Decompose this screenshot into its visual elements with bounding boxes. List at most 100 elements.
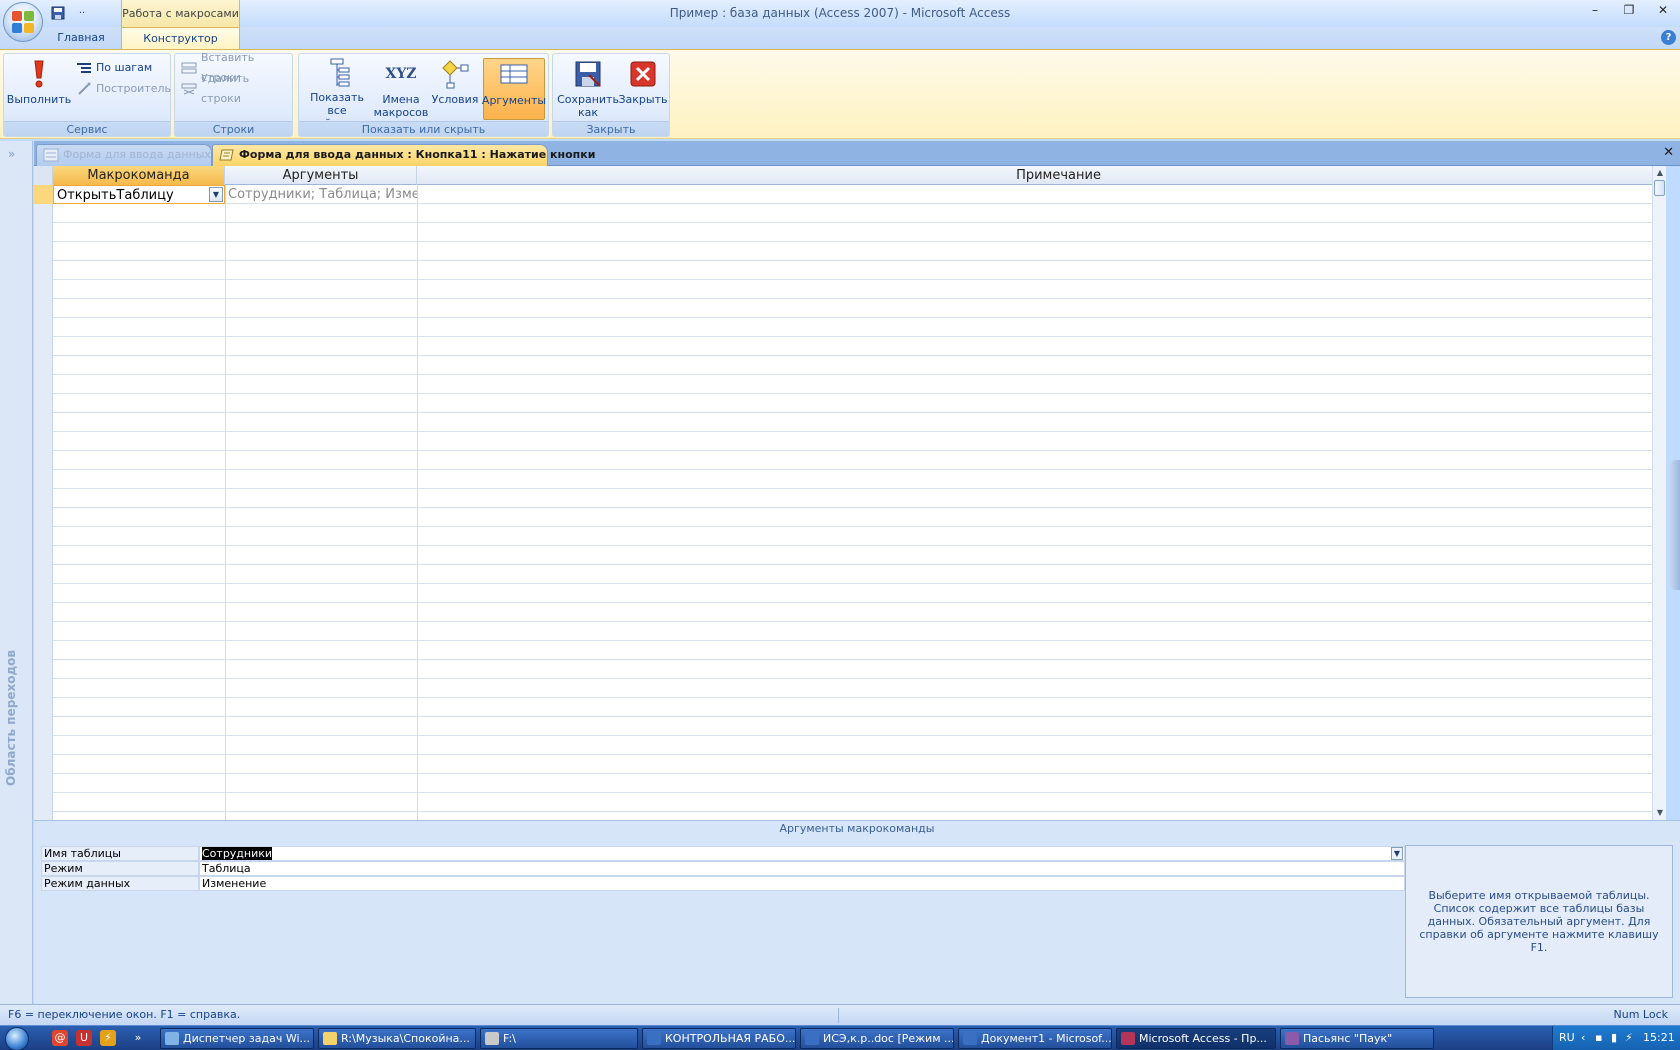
doc-tab-macro-label: Форма для ввода данных : Кнопка11 : Нажа…	[239, 148, 596, 161]
close-red-icon	[627, 58, 659, 90]
run-button[interactable]: Выполнить	[7, 58, 71, 120]
taskbar-item[interactable]: Пасьянс "Паук"	[1280, 1028, 1434, 1049]
delete-rows-button[interactable]: Удалить строки	[181, 72, 292, 105]
office-logo-icon	[12, 11, 34, 33]
doc-tab-macro[interactable]: Форма для ввода данных : Кнопка11 : Нажа…	[212, 144, 595, 166]
close-window-icon[interactable]: ✕	[1646, 0, 1680, 20]
conditions-button[interactable]: Условия	[430, 58, 480, 120]
column-header-action[interactable]: Макрокоманда	[53, 166, 225, 185]
taskbar-item-label: Документ1 - Microsof...	[981, 1032, 1112, 1045]
taskbar-item[interactable]: R:\Музыка\Спокойна...	[318, 1028, 476, 1049]
column-header-arguments[interactable]: Аргументы	[225, 166, 417, 185]
mail-agent-icon[interactable]: @	[52, 1030, 68, 1046]
clock[interactable]: 15:21	[1643, 1031, 1675, 1044]
start-button[interactable]	[5, 1027, 29, 1050]
arguments-cell[interactable]: Сотрудники; Таблица; Изменение	[225, 185, 417, 204]
table-name-field[interactable]: Сотрудники ▼	[199, 846, 1405, 861]
arguments-grid-icon	[498, 59, 530, 91]
taskbar-item[interactable]: Диспетчер задач Wi...	[160, 1028, 314, 1049]
minimize-icon[interactable]: –	[1578, 0, 1612, 20]
close-document-icon[interactable]: ✕	[1663, 145, 1674, 160]
property-label: Режим	[41, 861, 199, 876]
property-label: Имя таблицы	[41, 846, 199, 861]
save-as-label-1: Сохранить	[557, 93, 619, 106]
window-title: Пример : база данных (Access 2007) - Mic…	[669, 6, 1011, 20]
folder-icon	[323, 1032, 337, 1045]
word-document-icon	[805, 1032, 819, 1045]
row-selector-column[interactable]	[34, 185, 53, 820]
exclamation-icon	[23, 58, 55, 90]
taskbar-item[interactable]: ИСЭ,к.р..doc [Режим ...	[800, 1028, 954, 1049]
builder-button[interactable]: Построитель	[76, 79, 171, 99]
conditions-label: Условия	[431, 93, 479, 106]
window-controls: – ❐ ✕	[1578, 0, 1680, 20]
lightning-icon[interactable]: ⚡	[100, 1030, 116, 1046]
grid-row-lines	[34, 185, 1666, 820]
side-panel-handle[interactable]	[1670, 460, 1680, 590]
taskbar-item-label: Пасьянс "Паук"	[1303, 1032, 1393, 1045]
group-label-rows: Строки	[175, 121, 292, 136]
taskbar-item[interactable]: Документ1 - Microsof...	[958, 1028, 1112, 1049]
tab-designer[interactable]: Конструктор	[121, 27, 240, 49]
show-all-actions-label-1: Показать	[310, 91, 364, 104]
navigation-pane[interactable]: » Область переходов	[0, 141, 33, 1004]
customize-toolbar-icon[interactable]: ··	[72, 4, 92, 22]
chevron-down-icon[interactable]: ▼	[1391, 847, 1403, 860]
taskbar-item-active[interactable]: Microsoft Access - Пр...	[1116, 1028, 1276, 1049]
antivirus-icon[interactable]: U	[76, 1030, 92, 1046]
scroll-down-icon[interactable]: ▼	[1653, 806, 1666, 820]
tray-expand-icon[interactable]: ‹	[1581, 1031, 1585, 1044]
close-label: Закрыть	[618, 93, 668, 106]
status-hint: F6 = переключение окон. F1 = справка.	[8, 1008, 241, 1021]
nav-expand-icon[interactable]: »	[8, 147, 15, 161]
close-button[interactable]: Закрыть	[618, 58, 668, 120]
taskbar-item[interactable]: КОНТРОЛЬНАЯ РАБО...	[642, 1028, 796, 1049]
group-service: Выполнить По шагам Построитель Сервис	[3, 53, 171, 137]
table-name-value: Сотрудники	[202, 847, 273, 860]
doc-tab-form[interactable]: Форма для ввода данных	[36, 144, 212, 166]
save-as-button[interactable]: Сохранить как	[557, 58, 619, 120]
macro-names-button[interactable]: XYZ Имена макросов	[374, 58, 429, 120]
network-icon[interactable]: ▪	[1595, 1031, 1602, 1044]
insert-rows-icon	[181, 61, 197, 75]
quick-access-toolbar: ··	[48, 4, 92, 22]
grid-scrollbar[interactable]: ▲ ▼	[1652, 166, 1666, 820]
status-bar: F6 = переключение окон. F1 = справка. Nu…	[0, 1004, 1680, 1025]
ribbon: Выполнить По шагам Построитель Сервис Вс…	[0, 49, 1680, 139]
builder-wand-icon	[76, 82, 92, 96]
taskbar-item-label: Диспетчер задач Wi...	[183, 1032, 311, 1045]
save-icon[interactable]	[48, 4, 68, 22]
current-row-selector[interactable]	[34, 185, 53, 204]
show-all-actions-button[interactable]: Показать все действия	[303, 58, 371, 130]
select-all-corner[interactable]	[34, 166, 53, 185]
taskbar-item-label: ИСЭ,к.р..doc [Режим ...	[823, 1032, 954, 1045]
language-indicator[interactable]: RU	[1559, 1031, 1575, 1044]
tab-home[interactable]: Главная	[50, 27, 112, 49]
xyz-icon: XYZ	[385, 65, 417, 82]
save-as-icon	[572, 58, 604, 90]
taskbar-item-label: КОНТРОЛЬНАЯ РАБО...	[665, 1032, 796, 1045]
scroll-thumb[interactable]	[1654, 180, 1665, 196]
taskbar-item-label: Microsoft Access - Пр...	[1139, 1032, 1267, 1045]
step-button[interactable]: По шагам	[76, 58, 152, 78]
scroll-up-icon[interactable]: ▲	[1653, 166, 1666, 180]
power-icon[interactable]: ⚡	[1625, 1031, 1633, 1044]
column-header-note[interactable]: Примечание	[417, 166, 1666, 185]
macro-names-label-1: Имена	[382, 93, 420, 106]
chevron-down-icon[interactable]: ▼	[209, 187, 223, 202]
tree-icon	[321, 58, 353, 88]
action-cell[interactable]: ОткрытьТаблицу ▼	[53, 185, 225, 204]
view-mode-field[interactable]: Таблица	[199, 861, 1405, 876]
save-as-label-2: как	[577, 106, 599, 119]
help-icon[interactable]: ?	[1661, 30, 1676, 45]
arguments-button[interactable]: Аргументы	[482, 58, 546, 120]
action-cell-value: ОткрытьТаблицу	[57, 188, 174, 203]
more-quicklaunch-icon[interactable]: »	[130, 1030, 146, 1046]
restore-icon[interactable]: ❐	[1612, 0, 1646, 20]
taskbar-item[interactable]: F:\	[480, 1028, 638, 1049]
nav-pane-label: Область переходов	[4, 650, 18, 786]
volume-icon[interactable]: ▮	[1611, 1031, 1617, 1044]
data-mode-field[interactable]: Изменение	[199, 876, 1405, 891]
conditions-diamond-icon	[439, 58, 471, 90]
office-button[interactable]	[3, 2, 43, 42]
